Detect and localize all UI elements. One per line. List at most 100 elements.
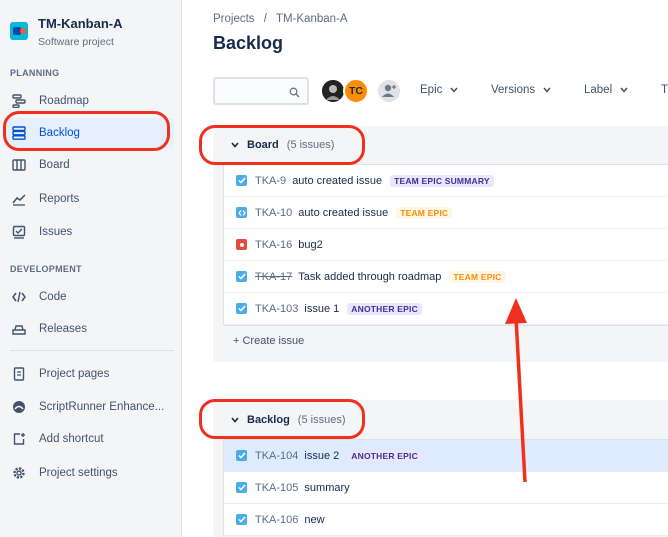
scriptrunner-icon bbox=[11, 399, 27, 415]
sidebar-item-label: Project settings bbox=[39, 467, 118, 479]
sidebar-item-label: Releases bbox=[39, 323, 87, 335]
sidebar-item-label: Project pages bbox=[39, 368, 110, 380]
backlog-issue-list: TKA-104 issue 2 ANOTHER EPIC TKA-105 sum… bbox=[223, 439, 668, 536]
sidebar-item-label: Issues bbox=[39, 226, 73, 238]
task-type-icon bbox=[236, 482, 247, 493]
project-type: Software project bbox=[38, 36, 114, 48]
settings-icon bbox=[11, 465, 27, 481]
list-item[interactable]: TKA-9 auto created issue TEAM EPIC SUMMA… bbox=[224, 165, 668, 197]
issue-key[interactable]: TKA-106 bbox=[255, 514, 298, 526]
issue-summary: Task added through roadmap bbox=[298, 270, 442, 283]
list-item[interactable]: TKA-104 issue 2 ANOTHER EPIC bbox=[224, 440, 668, 472]
breadcrumb: Projects / TM-Kanban-A bbox=[213, 13, 354, 25]
sidebar: TM-Kanban-A Software project PLANNING Ro… bbox=[0, 0, 182, 537]
epic-lozenge: TEAM EPIC bbox=[396, 206, 453, 219]
sidebar-divider bbox=[10, 350, 174, 351]
issue-summary: bug2 bbox=[298, 238, 323, 251]
epic-lozenge: TEAM EPIC bbox=[449, 270, 506, 283]
search-icon bbox=[289, 85, 300, 103]
section-label-planning: PLANNING bbox=[10, 68, 60, 78]
code-icon bbox=[11, 289, 27, 305]
create-issue-button[interactable]: + Create issue bbox=[233, 335, 304, 347]
sidebar-item-issues[interactable]: Issues bbox=[4, 217, 174, 247]
filter-type-dropdown[interactable]: T bbox=[661, 84, 668, 96]
annotation-highlight-board-header bbox=[199, 125, 365, 165]
project-logo-icon bbox=[10, 22, 28, 40]
reports-icon bbox=[11, 191, 27, 207]
filter-label: T bbox=[661, 84, 668, 96]
board-icon bbox=[11, 157, 27, 173]
issue-summary: auto created issue bbox=[298, 206, 389, 219]
list-item[interactable]: TKA-16 bug2 bbox=[224, 229, 668, 261]
project-name: TM-Kanban-A bbox=[38, 16, 123, 31]
search-input[interactable] bbox=[213, 77, 309, 105]
sidebar-item-label: Board bbox=[39, 159, 70, 171]
sidebar-item-label: Reports bbox=[39, 193, 80, 205]
list-item[interactable]: TKA-103 issue 1 ANOTHER EPIC bbox=[224, 293, 668, 325]
epic-lozenge: ANOTHER EPIC bbox=[347, 302, 422, 315]
task-type-icon bbox=[236, 271, 247, 282]
avatar[interactable]: TC bbox=[343, 78, 369, 104]
list-item[interactable]: TKA-17 Task added through roadmap TEAM E… bbox=[224, 261, 668, 293]
issue-summary: summary bbox=[304, 481, 350, 494]
sidebar-item-scriptrunner[interactable]: ScriptRunner Enhance... bbox=[4, 392, 174, 422]
issue-key[interactable]: TKA-9 bbox=[255, 175, 286, 187]
roadmap-icon bbox=[11, 93, 27, 109]
issue-summary: issue 2 bbox=[304, 449, 340, 462]
sidebar-item-releases[interactable]: Releases bbox=[4, 314, 174, 344]
filter-label: Versions bbox=[491, 84, 536, 96]
subtask-type-icon bbox=[236, 207, 247, 218]
issue-summary: issue 1 bbox=[304, 302, 340, 315]
issue-key[interactable]: TKA-105 bbox=[255, 482, 298, 494]
breadcrumb-project-link[interactable]: TM-Kanban-A bbox=[276, 13, 348, 25]
list-item[interactable]: TKA-105 summary bbox=[224, 472, 668, 504]
page-title: Backlog bbox=[213, 33, 284, 53]
bug-type-icon bbox=[236, 239, 247, 250]
add-shortcut-icon bbox=[11, 431, 27, 447]
sidebar-item-label: Add shortcut bbox=[39, 433, 104, 445]
issue-key[interactable]: TKA-104 bbox=[255, 450, 298, 462]
filter-epic-dropdown[interactable]: Epic bbox=[420, 84, 458, 96]
breadcrumb-separator: / bbox=[263, 13, 267, 25]
issue-key[interactable]: TKA-10 bbox=[255, 207, 292, 219]
task-type-icon bbox=[236, 514, 247, 525]
sidebar-item-add-shortcut[interactable]: Add shortcut bbox=[4, 424, 174, 454]
sidebar-item-project-pages[interactable]: Project pages bbox=[4, 359, 174, 389]
sidebar-item-project-settings[interactable]: Project settings bbox=[4, 458, 174, 488]
sidebar-item-reports[interactable]: Reports bbox=[4, 184, 174, 214]
list-item[interactable]: TKA-106 new bbox=[224, 504, 668, 536]
annotation-highlight-backlog-header bbox=[199, 399, 365, 439]
chevron-down-icon bbox=[620, 84, 628, 96]
chevron-down-icon bbox=[543, 84, 551, 96]
section-label-development: DEVELOPMENT bbox=[10, 264, 82, 274]
add-people-icon[interactable] bbox=[376, 78, 402, 104]
board-issue-list: TKA-9 auto created issue TEAM EPIC SUMMA… bbox=[223, 164, 668, 326]
list-item[interactable]: TKA-10 auto created issue TEAM EPIC bbox=[224, 197, 668, 229]
filter-label: Epic bbox=[420, 84, 443, 96]
issue-key[interactable]: TKA-16 bbox=[255, 239, 292, 251]
sidebar-item-label: ScriptRunner Enhance... bbox=[39, 401, 165, 413]
issue-key[interactable]: TKA-103 bbox=[255, 303, 298, 315]
project-header[interactable]: TM-Kanban-A Software project bbox=[10, 16, 123, 50]
task-type-icon bbox=[236, 175, 247, 186]
filter-label-dropdown[interactable]: Label bbox=[584, 84, 628, 96]
sidebar-item-label: Code bbox=[39, 291, 67, 303]
breadcrumb-projects-link[interactable]: Projects bbox=[213, 13, 255, 25]
epic-lozenge: TEAM EPIC SUMMARY bbox=[390, 174, 494, 187]
issues-icon bbox=[11, 224, 27, 240]
task-type-icon bbox=[236, 450, 247, 461]
releases-icon bbox=[11, 321, 27, 337]
chevron-down-icon bbox=[450, 84, 458, 96]
issue-key[interactable]: TKA-17 bbox=[255, 271, 292, 283]
sidebar-item-board[interactable]: Board bbox=[4, 150, 174, 180]
annotation-highlight-backlog-nav bbox=[3, 111, 170, 151]
filter-label: Label bbox=[584, 84, 613, 96]
filter-versions-dropdown[interactable]: Versions bbox=[491, 84, 551, 96]
issue-summary: auto created issue bbox=[292, 174, 383, 187]
issue-summary: new bbox=[304, 513, 325, 526]
pages-icon bbox=[11, 366, 27, 382]
sidebar-item-label: Roadmap bbox=[39, 95, 89, 107]
task-type-icon bbox=[236, 303, 247, 314]
sidebar-item-code[interactable]: Code bbox=[4, 282, 174, 312]
epic-lozenge: ANOTHER EPIC bbox=[347, 449, 422, 462]
